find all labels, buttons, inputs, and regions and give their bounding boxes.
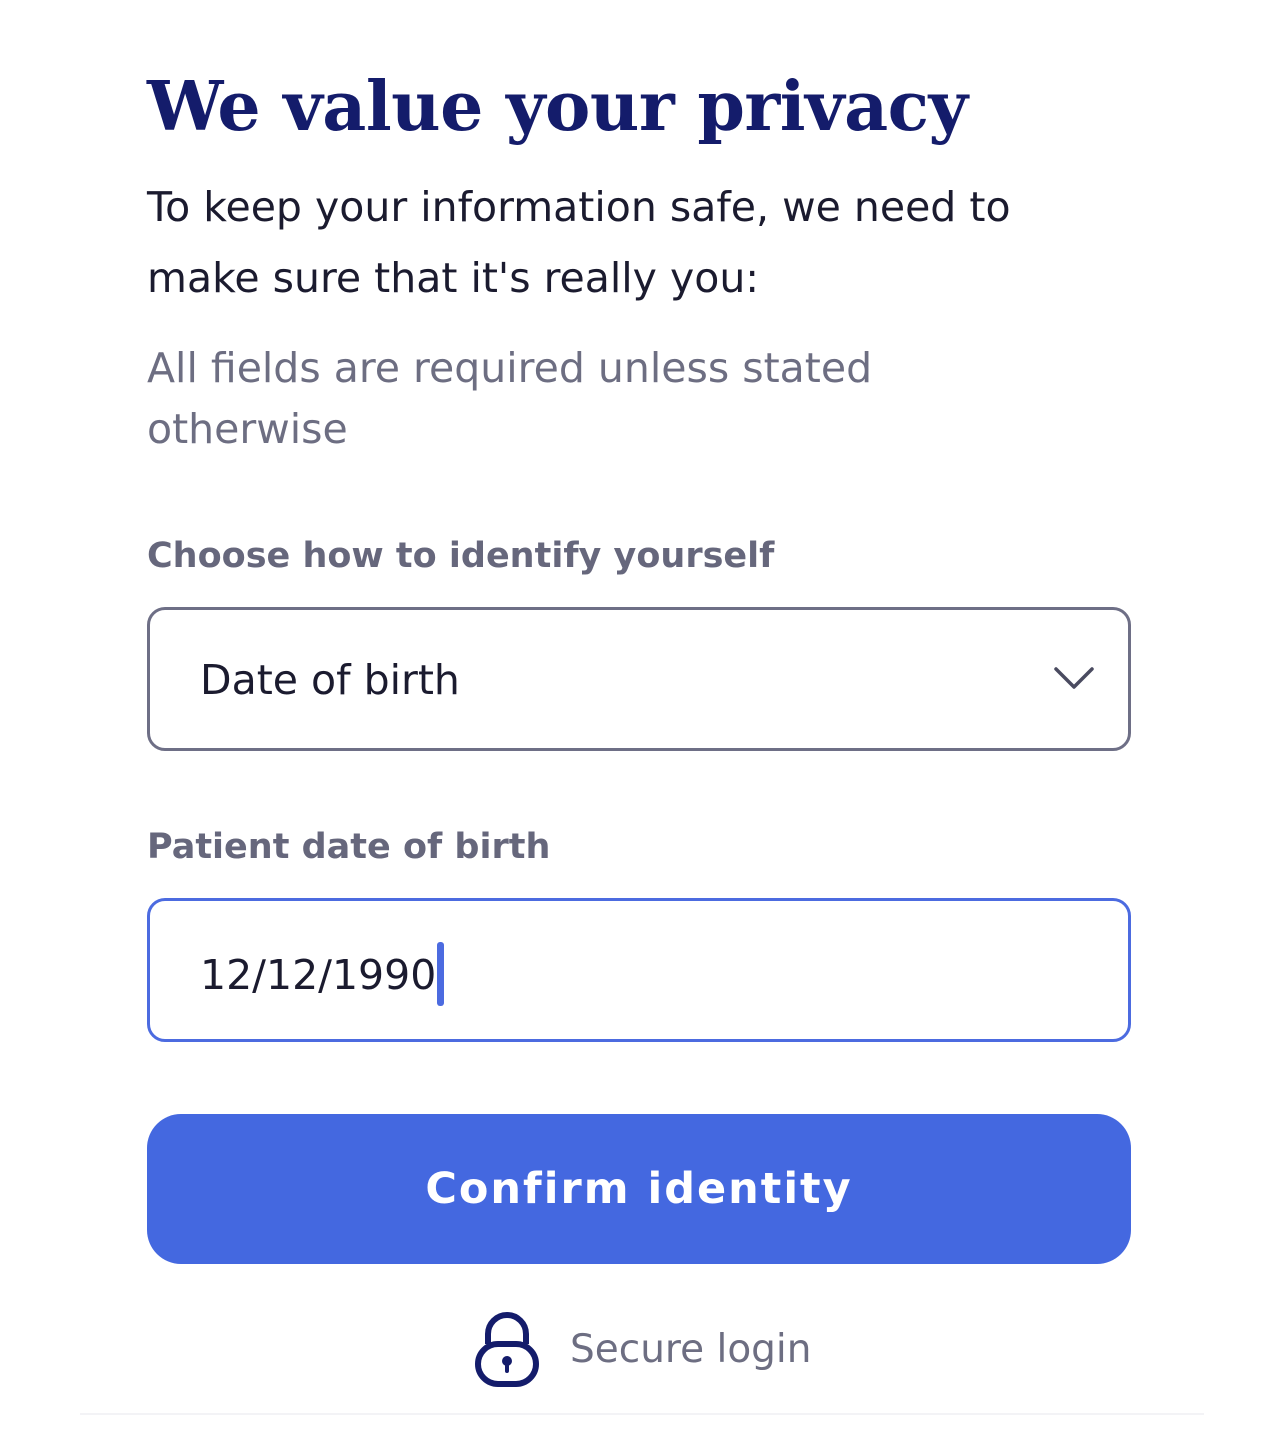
text-cursor	[437, 942, 445, 1006]
intro-text: To keep your information safe, we need t…	[147, 183, 1011, 302]
confirm-identity-button[interactable]: Confirm identity	[147, 1114, 1131, 1264]
secure-login-text: Secure login	[570, 1327, 812, 1372]
identify-method-label: Choose how to identify yourself	[147, 536, 775, 576]
date-of-birth-label: Patient date of birth	[147, 827, 551, 867]
date-of-birth-value: 12/12/1990	[200, 942, 445, 1010]
chevron-down-icon	[1054, 667, 1094, 689]
lock-icon	[475, 1312, 539, 1387]
required-fields-note: All fields are required unless stated ot…	[147, 344, 873, 453]
secure-login-indicator: Secure login	[474, 1310, 811, 1390]
date-of-birth-input[interactable]: 12/12/1990	[147, 898, 1131, 1042]
date-of-birth-text: 12/12/1990	[200, 951, 437, 999]
identify-method-value: Date of birth	[200, 656, 460, 704]
page-title: We value your privacy	[147, 67, 968, 147]
bottom-divider	[80, 1413, 1204, 1415]
identify-method-select[interactable]: Date of birth	[147, 607, 1131, 751]
